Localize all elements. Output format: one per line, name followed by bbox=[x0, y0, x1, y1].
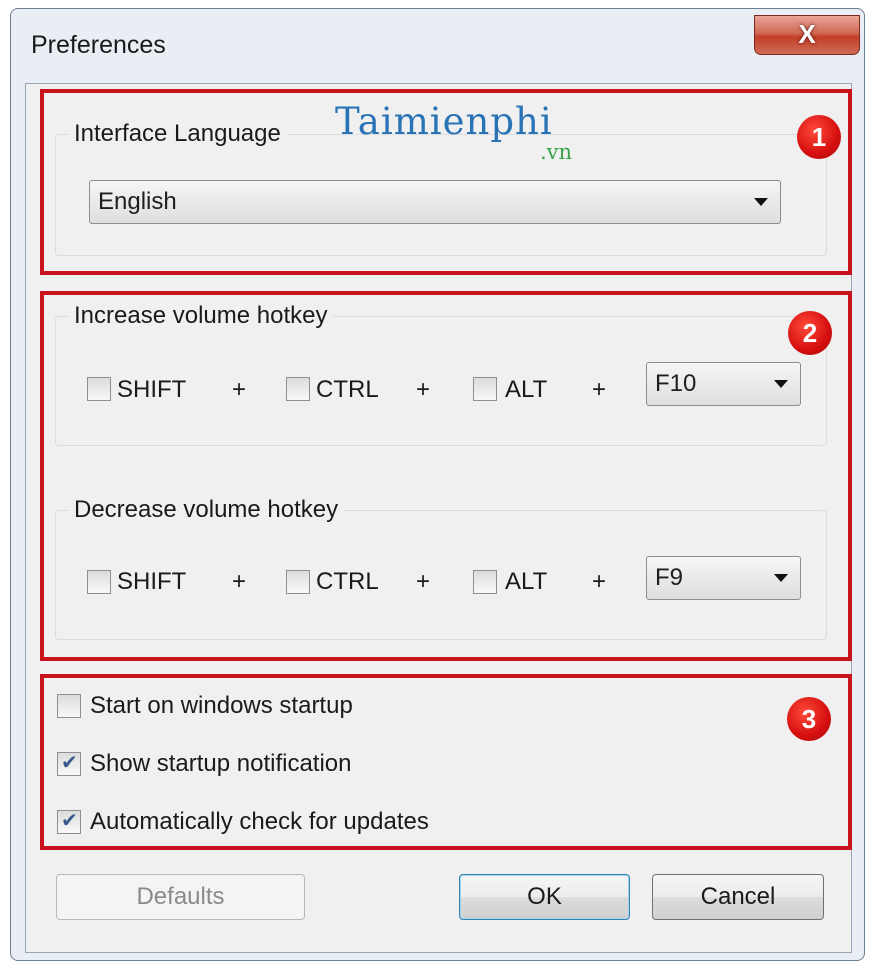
plus-sign: + bbox=[592, 568, 607, 595]
increase-shift-label: SHIFT bbox=[117, 376, 187, 403]
decrease-key-select[interactable]: F9 bbox=[646, 556, 801, 600]
language-legend: Interface Language bbox=[68, 120, 287, 148]
decrease-key-value: F9 bbox=[655, 564, 684, 591]
plus-sign: + bbox=[232, 568, 247, 595]
language-select[interactable]: English bbox=[89, 180, 781, 224]
badge-2: 2 bbox=[788, 311, 832, 355]
chevron-down-icon bbox=[754, 198, 768, 206]
increase-alt-checkbox[interactable] bbox=[473, 377, 497, 401]
ok-button[interactable]: OK bbox=[459, 874, 630, 920]
increase-shift-checkbox[interactable] bbox=[87, 377, 111, 401]
option-checkbox-startup[interactable] bbox=[57, 694, 81, 718]
option-label-startup: Start on windows startup bbox=[90, 692, 353, 719]
chevron-down-icon bbox=[774, 380, 788, 388]
window-title: Preferences bbox=[31, 31, 166, 59]
decrease-alt-checkbox[interactable] bbox=[473, 570, 497, 594]
increase-hotkey-legend: Increase volume hotkey bbox=[68, 302, 334, 330]
increase-ctrl-checkbox[interactable] bbox=[286, 377, 310, 401]
plus-sign: + bbox=[592, 376, 607, 403]
decrease-shift-checkbox[interactable] bbox=[87, 570, 111, 594]
option-checkbox-updates[interactable] bbox=[57, 808, 81, 834]
watermark-suffix: .vn bbox=[540, 140, 573, 164]
defaults-button[interactable]: Defaults bbox=[56, 874, 305, 920]
close-button[interactable]: X bbox=[754, 15, 860, 55]
decrease-alt-label: ALT bbox=[505, 568, 548, 595]
decrease-ctrl-label: CTRL bbox=[316, 568, 379, 595]
increase-key-value: F10 bbox=[655, 370, 697, 397]
plus-sign: + bbox=[416, 376, 431, 403]
language-select-value: English bbox=[98, 188, 177, 215]
badge-1: 1 bbox=[797, 115, 841, 159]
option-label-updates: Automatically check for updates bbox=[90, 808, 429, 835]
option-checkbox-notification[interactable] bbox=[57, 750, 81, 776]
watermark-logo: Taimienphi bbox=[335, 100, 553, 143]
chevron-down-icon bbox=[774, 574, 788, 582]
decrease-ctrl-checkbox[interactable] bbox=[286, 570, 310, 594]
decrease-hotkey-legend: Decrease volume hotkey bbox=[68, 496, 345, 524]
increase-alt-label: ALT bbox=[505, 376, 548, 403]
cancel-button[interactable]: Cancel bbox=[652, 874, 824, 920]
option-label-notification: Show startup notification bbox=[90, 750, 352, 777]
increase-key-select[interactable]: F10 bbox=[646, 362, 801, 406]
plus-sign: + bbox=[232, 376, 247, 403]
increase-ctrl-label: CTRL bbox=[316, 376, 379, 403]
decrease-shift-label: SHIFT bbox=[117, 568, 187, 595]
badge-3: 3 bbox=[787, 697, 831, 741]
plus-sign: + bbox=[416, 568, 431, 595]
